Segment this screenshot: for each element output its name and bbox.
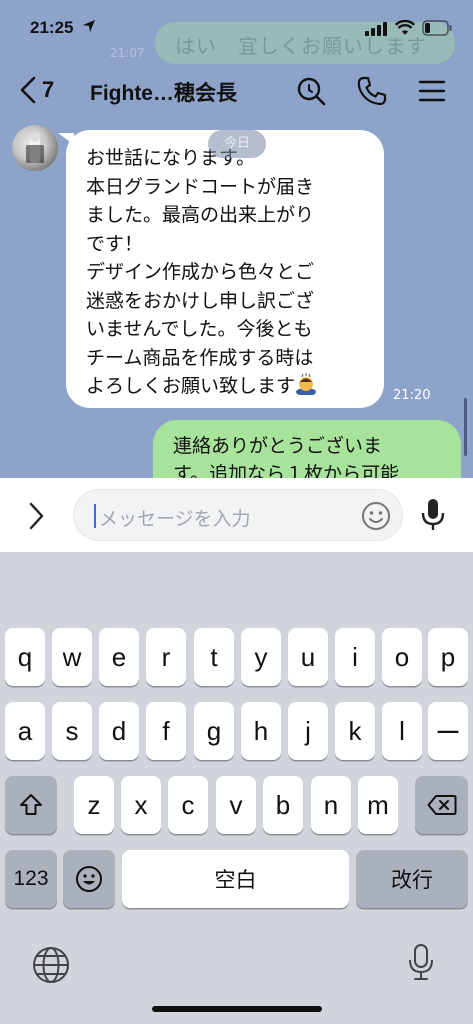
- message-line: です！: [86, 232, 144, 255]
- shift-key[interactable]: [5, 776, 57, 834]
- menu-icon[interactable]: [415, 74, 449, 108]
- key-b[interactable]: b: [263, 776, 303, 834]
- emoji-icon[interactable]: [360, 500, 392, 532]
- scrollbar[interactable]: [464, 398, 467, 456]
- chevron-right-icon[interactable]: [26, 502, 46, 530]
- bowing-person-emoji-icon: [296, 373, 317, 395]
- key-d[interactable]: d: [99, 702, 139, 760]
- message-line: 本日グランドコートが届き: [86, 175, 315, 198]
- key-y[interactable]: y: [241, 628, 281, 686]
- back-button[interactable]: 7: [18, 76, 54, 104]
- key-u[interactable]: u: [288, 628, 328, 686]
- location-arrow-icon: [83, 20, 95, 32]
- key-p[interactable]: p: [428, 628, 468, 686]
- shift-icon: [20, 794, 42, 815]
- phone-icon[interactable]: [355, 74, 389, 108]
- space-key[interactable]: 空白: [122, 850, 349, 908]
- key-k[interactable]: k: [335, 702, 375, 760]
- key-long-vowel[interactable]: ー: [428, 702, 468, 760]
- key-j[interactable]: j: [288, 702, 328, 760]
- globe-icon[interactable]: [31, 945, 71, 985]
- chat-title[interactable]: Fighte…穂会長: [90, 77, 237, 107]
- key-e[interactable]: e: [99, 628, 139, 686]
- avatar[interactable]: [12, 125, 58, 171]
- input-bar: メッセージを入力: [0, 478, 473, 552]
- message-line: す。追加なら１枚から可能: [173, 463, 400, 478]
- numbers-key[interactable]: 123: [5, 850, 57, 908]
- emoji-key[interactable]: [63, 850, 115, 908]
- key-q[interactable]: q: [5, 628, 45, 686]
- key-h[interactable]: h: [241, 702, 281, 760]
- date-separator: 今日: [208, 130, 266, 158]
- key-v[interactable]: v: [216, 776, 256, 834]
- keyboard: q w e r t y u i o p a s d f g h j k l ー …: [0, 552, 473, 1024]
- message-input-placeholder: メッセージを入力: [99, 508, 251, 530]
- key-n[interactable]: n: [311, 776, 351, 834]
- chat-area[interactable]: 21:07 はい 宜しくお願いします 21:25 7 Fighte…穂会長 お世…: [0, 0, 473, 478]
- unread-count: 7: [42, 77, 55, 102]
- message-time: 21:20: [393, 388, 431, 403]
- search-icon[interactable]: [294, 74, 328, 108]
- message-line: 連絡ありがとうございま: [173, 435, 383, 457]
- key-i[interactable]: i: [335, 628, 375, 686]
- text-cursor: [94, 504, 96, 528]
- cellular-signal-icon: [365, 22, 387, 36]
- key-s[interactable]: s: [52, 702, 92, 760]
- message-line: デザイン作成から色々とご: [86, 261, 315, 283]
- message-line-last: よろしくお願い致します: [86, 372, 364, 401]
- key-m[interactable]: m: [358, 776, 398, 834]
- key-f[interactable]: f: [146, 702, 186, 760]
- backspace-icon: [427, 795, 456, 815]
- message-input[interactable]: メッセージを入力: [73, 489, 403, 541]
- key-r[interactable]: r: [146, 628, 186, 686]
- key-x[interactable]: x: [121, 776, 161, 834]
- dictation-microphone-icon[interactable]: [407, 942, 435, 982]
- message-line: ました。最高の出来上がり: [86, 204, 315, 226]
- return-key[interactable]: 改行: [356, 850, 468, 908]
- emoji-icon: [76, 866, 102, 892]
- key-w[interactable]: w: [52, 628, 92, 686]
- message-line: 迷惑をおかけし申し訳ござ: [86, 289, 315, 312]
- key-c[interactable]: c: [168, 776, 208, 834]
- key-o[interactable]: o: [382, 628, 422, 686]
- message-line: いませんでした。今後とも: [86, 318, 313, 340]
- status-bar: 21:25: [0, 0, 473, 58]
- message-line: よろしくお願い致します: [86, 375, 296, 397]
- microphone-icon[interactable]: [420, 497, 446, 533]
- status-time: 21:25: [30, 18, 74, 37]
- wifi-icon: [395, 20, 415, 35]
- key-l[interactable]: l: [382, 702, 422, 760]
- key-t[interactable]: t: [194, 628, 234, 686]
- home-indicator[interactable]: [152, 1006, 322, 1012]
- message-bubble-incoming[interactable]: お世話になります。 本日グランドコートが届き ました。最高の出来上がり です！ …: [66, 130, 384, 408]
- chevron-left-icon: [20, 76, 36, 104]
- battery-icon: [422, 20, 452, 36]
- key-g[interactable]: g: [194, 702, 234, 760]
- message-line: チーム商品を作成する時は: [86, 346, 314, 369]
- backspace-key[interactable]: [415, 776, 468, 834]
- key-a[interactable]: a: [5, 702, 45, 760]
- chat-header: 7 Fighte…穂会長: [0, 66, 473, 118]
- message-bubble-outgoing[interactable]: 連絡ありがとうございま す。追加なら１枚から可能: [153, 420, 461, 478]
- key-z[interactable]: z: [74, 776, 114, 834]
